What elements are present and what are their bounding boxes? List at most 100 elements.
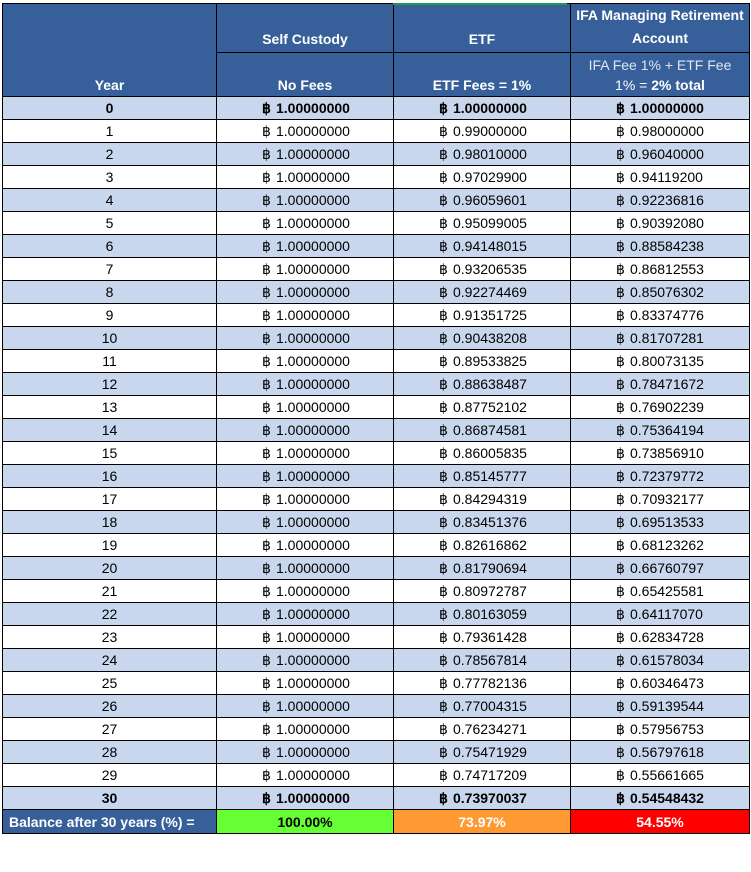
year-cell[interactable]: 18: [2, 510, 217, 534]
self-balance-cell[interactable]: ฿ 1.00000000: [216, 211, 394, 235]
etf-balance-cell[interactable]: ฿ 0.89533825: [393, 349, 571, 373]
year-cell[interactable]: 12: [2, 372, 217, 396]
self-balance-cell[interactable]: ฿ 1.00000000: [216, 234, 394, 258]
header-no-fees[interactable]: No Fees: [216, 52, 394, 97]
etf-balance-cell[interactable]: ฿ 0.94148015: [393, 234, 571, 258]
ifa-balance-cell[interactable]: ฿ 0.68123262: [570, 533, 750, 557]
ifa-balance-cell[interactable]: ฿ 0.70932177: [570, 487, 750, 511]
year-cell[interactable]: 19: [2, 533, 217, 557]
self-balance-cell[interactable]: ฿ 1.00000000: [216, 119, 394, 143]
ifa-balance-cell[interactable]: ฿ 0.69513533: [570, 510, 750, 534]
self-balance-cell[interactable]: ฿ 1.00000000: [216, 349, 394, 373]
ifa-balance-cell[interactable]: ฿ 0.62834728: [570, 625, 750, 649]
ifa-balance-cell[interactable]: ฿ 1.00000000: [570, 96, 750, 120]
year-cell[interactable]: 4: [2, 188, 217, 212]
header-ifa-fees[interactable]: IFA Fee 1% + ETF Fee 1% = 2% total: [570, 52, 750, 97]
year-cell[interactable]: 27: [2, 717, 217, 741]
etf-balance-cell[interactable]: ฿ 0.93206535: [393, 257, 571, 281]
etf-balance-cell[interactable]: ฿ 0.86874581: [393, 418, 571, 442]
year-cell[interactable]: 7: [2, 257, 217, 281]
ifa-balance-cell[interactable]: ฿ 0.60346473: [570, 671, 750, 695]
ifa-balance-cell[interactable]: ฿ 0.57956753: [570, 717, 750, 741]
year-cell[interactable]: 14: [2, 418, 217, 442]
ifa-balance-cell[interactable]: ฿ 0.94119200: [570, 165, 750, 189]
self-balance-cell[interactable]: ฿ 1.00000000: [216, 464, 394, 488]
ifa-balance-cell[interactable]: ฿ 0.56797618: [570, 740, 750, 764]
total-etf-cell[interactable]: 73.97%: [393, 809, 571, 834]
year-cell[interactable]: 20: [2, 556, 217, 580]
ifa-balance-cell[interactable]: ฿ 0.54548432: [570, 786, 750, 810]
header-etf-fees[interactable]: ETF Fees = 1%: [393, 52, 571, 97]
self-balance-cell[interactable]: ฿ 1.00000000: [216, 717, 394, 741]
self-balance-cell[interactable]: ฿ 1.00000000: [216, 372, 394, 396]
year-cell[interactable]: 28: [2, 740, 217, 764]
self-balance-cell[interactable]: ฿ 1.00000000: [216, 142, 394, 166]
year-cell[interactable]: 9: [2, 303, 217, 327]
etf-balance-cell[interactable]: ฿ 0.74717209: [393, 763, 571, 787]
self-balance-cell[interactable]: ฿ 1.00000000: [216, 694, 394, 718]
etf-balance-cell[interactable]: ฿ 0.91351725: [393, 303, 571, 327]
year-cell[interactable]: 5: [2, 211, 217, 235]
self-balance-cell[interactable]: ฿ 1.00000000: [216, 579, 394, 603]
etf-balance-cell[interactable]: ฿ 0.95099005: [393, 211, 571, 235]
etf-balance-cell[interactable]: ฿ 0.99000000: [393, 119, 571, 143]
year-cell[interactable]: 22: [2, 602, 217, 626]
ifa-balance-cell[interactable]: ฿ 0.81707281: [570, 326, 750, 350]
year-cell[interactable]: 30: [2, 786, 217, 810]
self-balance-cell[interactable]: ฿ 1.00000000: [216, 418, 394, 442]
header-ifa[interactable]: IFA Managing Retirement Account: [570, 3, 750, 53]
ifa-balance-cell[interactable]: ฿ 0.64117070: [570, 602, 750, 626]
etf-balance-cell[interactable]: ฿ 0.83451376: [393, 510, 571, 534]
header-etf[interactable]: ETF: [393, 3, 571, 53]
ifa-balance-cell[interactable]: ฿ 0.88584238: [570, 234, 750, 258]
self-balance-cell[interactable]: ฿ 1.00000000: [216, 303, 394, 327]
ifa-balance-cell[interactable]: ฿ 0.86812553: [570, 257, 750, 281]
self-balance-cell[interactable]: ฿ 1.00000000: [216, 441, 394, 465]
year-cell[interactable]: 0: [2, 96, 217, 120]
total-ifa-cell[interactable]: 54.55%: [570, 809, 750, 834]
self-balance-cell[interactable]: ฿ 1.00000000: [216, 280, 394, 304]
ifa-balance-cell[interactable]: ฿ 0.61578034: [570, 648, 750, 672]
ifa-balance-cell[interactable]: ฿ 0.72379772: [570, 464, 750, 488]
year-cell[interactable]: 23: [2, 625, 217, 649]
etf-balance-cell[interactable]: ฿ 0.81790694: [393, 556, 571, 580]
year-cell[interactable]: 15: [2, 441, 217, 465]
self-balance-cell[interactable]: ฿ 1.00000000: [216, 257, 394, 281]
year-cell[interactable]: 2: [2, 142, 217, 166]
ifa-balance-cell[interactable]: ฿ 0.55661665: [570, 763, 750, 787]
self-balance-cell[interactable]: ฿ 1.00000000: [216, 786, 394, 810]
self-balance-cell[interactable]: ฿ 1.00000000: [216, 648, 394, 672]
year-cell[interactable]: 17: [2, 487, 217, 511]
self-balance-cell[interactable]: ฿ 1.00000000: [216, 671, 394, 695]
year-cell[interactable]: 6: [2, 234, 217, 258]
year-cell[interactable]: 13: [2, 395, 217, 419]
ifa-balance-cell[interactable]: ฿ 0.73856910: [570, 441, 750, 465]
total-label-cell[interactable]: Balance after 30 years (%) =: [2, 809, 217, 834]
year-cell[interactable]: 1: [2, 119, 217, 143]
etf-balance-cell[interactable]: ฿ 0.90438208: [393, 326, 571, 350]
etf-balance-cell[interactable]: ฿ 0.85145777: [393, 464, 571, 488]
year-cell[interactable]: 3: [2, 165, 217, 189]
etf-balance-cell[interactable]: ฿ 0.82616862: [393, 533, 571, 557]
etf-balance-cell[interactable]: ฿ 0.77782136: [393, 671, 571, 695]
self-balance-cell[interactable]: ฿ 1.00000000: [216, 395, 394, 419]
etf-balance-cell[interactable]: ฿ 0.73970037: [393, 786, 571, 810]
etf-balance-cell[interactable]: ฿ 0.80163059: [393, 602, 571, 626]
etf-balance-cell[interactable]: ฿ 0.86005835: [393, 441, 571, 465]
year-cell[interactable]: 8: [2, 280, 217, 304]
etf-balance-cell[interactable]: ฿ 0.87752102: [393, 395, 571, 419]
etf-balance-cell[interactable]: ฿ 0.79361428: [393, 625, 571, 649]
etf-balance-cell[interactable]: ฿ 0.78567814: [393, 648, 571, 672]
header-year[interactable]: Year: [2, 3, 217, 97]
etf-balance-cell[interactable]: ฿ 0.80972787: [393, 579, 571, 603]
self-balance-cell[interactable]: ฿ 1.00000000: [216, 533, 394, 557]
total-self-custody-cell[interactable]: 100.00%: [216, 809, 394, 834]
etf-balance-cell[interactable]: ฿ 0.75471929: [393, 740, 571, 764]
self-balance-cell[interactable]: ฿ 1.00000000: [216, 487, 394, 511]
etf-balance-cell[interactable]: ฿ 0.96059601: [393, 188, 571, 212]
ifa-balance-cell[interactable]: ฿ 0.76902239: [570, 395, 750, 419]
self-balance-cell[interactable]: ฿ 1.00000000: [216, 556, 394, 580]
ifa-balance-cell[interactable]: ฿ 0.80073135: [570, 349, 750, 373]
etf-balance-cell[interactable]: ฿ 0.92274469: [393, 280, 571, 304]
year-cell[interactable]: 21: [2, 579, 217, 603]
